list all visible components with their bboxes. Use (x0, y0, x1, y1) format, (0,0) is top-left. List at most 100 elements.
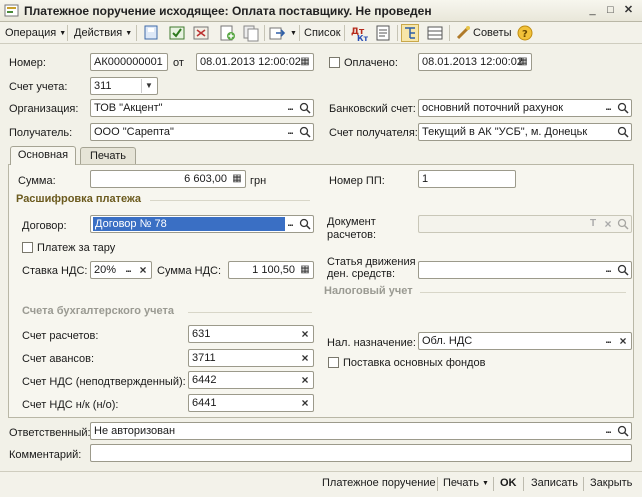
vat-rate-input[interactable]: 20% ... × (90, 261, 152, 279)
post-document-icon[interactable] (168, 24, 186, 42)
number-input[interactable]: АК000000001 (90, 53, 168, 71)
title-bar: Платежное поручение исходящее: Оплата по… (0, 0, 642, 22)
close-icon[interactable]: ✕ (620, 3, 637, 18)
account-label: Счет учета: (9, 81, 68, 93)
select-dots-icon[interactable]: ... (601, 424, 615, 438)
help-icon[interactable]: ? (516, 24, 534, 42)
unpost-document-icon[interactable] (192, 24, 210, 42)
calendar-icon[interactable]: ▦ (516, 55, 530, 69)
advance-account-input[interactable]: 3711 × (188, 349, 314, 367)
document-icon (4, 3, 19, 18)
maximize-icon[interactable]: □ (602, 3, 619, 18)
recipient-label: Получатель: (9, 127, 73, 139)
clear-icon[interactable]: × (298, 373, 312, 387)
tips-button[interactable]: Советы (473, 25, 511, 41)
settle-account-input[interactable]: 631 × (188, 325, 314, 343)
doc-label-line1: Документ (327, 216, 376, 228)
calculator-icon[interactable]: ▦ (298, 263, 312, 277)
clear-icon[interactable]: × (298, 327, 312, 341)
responsible-input[interactable]: Не авторизован ... (90, 422, 632, 440)
comment-input[interactable] (90, 444, 632, 462)
close-button[interactable]: Закрыть (590, 477, 632, 489)
recipient-input[interactable]: ООО "Сарепта" ... (90, 123, 314, 141)
calculator-icon[interactable]: ▦ (230, 172, 244, 186)
tips-icon[interactable] (454, 24, 472, 42)
table-view-icon[interactable] (426, 24, 444, 42)
select-dots-icon[interactable]: ... (601, 334, 615, 348)
cashflow-label-line2: ден. средств: (327, 268, 396, 280)
print-menu[interactable]: Печать ▼ (443, 477, 489, 489)
account-select[interactable]: 311 ▼ (90, 77, 158, 95)
go-to-dropdown[interactable]: ▼ (287, 25, 297, 41)
save-button[interactable]: Записать (531, 477, 578, 489)
search-icon[interactable] (298, 125, 312, 139)
search-icon[interactable] (616, 125, 630, 139)
copy-document-icon[interactable] (242, 24, 260, 42)
select-dots-icon[interactable]: ... (121, 263, 135, 277)
window-title: Платежное поручение исходящее: Оплата по… (24, 4, 432, 18)
ledger-entries-icon[interactable]: Дт Кт (350, 24, 368, 42)
search-icon[interactable] (616, 424, 630, 438)
search-icon[interactable] (616, 217, 630, 231)
clear-icon[interactable]: × (298, 351, 312, 365)
search-icon[interactable] (616, 101, 630, 115)
breakdown-section-title: Расшифровка платежа (16, 193, 142, 205)
tax-purpose-input[interactable]: Обл. НДС ... × (418, 332, 632, 350)
list-button[interactable]: Список (304, 25, 341, 41)
report-icon[interactable] (374, 24, 392, 42)
tax-purpose-label: Нал. назначение: (327, 337, 416, 349)
vat-unconfirmed-label: Счет НДС (неподтвержденный): (22, 376, 186, 388)
vat-sum-input[interactable]: 1 100,50 ▦ (228, 261, 314, 279)
settlement-doc-input[interactable]: T × (418, 215, 632, 233)
fixed-assets-checkbox[interactable] (328, 357, 339, 368)
clear-icon[interactable]: × (298, 396, 312, 410)
payment-order-button[interactable]: Платежное поручение (322, 477, 436, 489)
clear-icon[interactable]: × (601, 217, 615, 231)
bottom-bar: Платежное поручение Печать ▼ OK Записать … (0, 471, 642, 497)
org-input[interactable]: ТОВ "Акцент" ... (90, 99, 314, 117)
recipient-account-input[interactable]: Текущий в АК "УСБ", м. Донецьк (418, 123, 632, 141)
paid-checkbox[interactable] (329, 57, 340, 68)
clear-icon[interactable]: × (136, 263, 150, 277)
number-label: Номер: (9, 57, 46, 69)
select-dots-icon[interactable]: ... (601, 101, 615, 115)
type-icon[interactable]: T (586, 217, 600, 231)
bank-account-input[interactable]: основний поточний рахунок ... (418, 99, 632, 117)
search-icon[interactable] (616, 263, 630, 277)
clear-icon[interactable]: × (616, 334, 630, 348)
paid-date-input[interactable]: 08.01.2013 12:00:02 ▦ (418, 53, 532, 71)
search-icon[interactable] (298, 217, 312, 231)
operation-menu[interactable]: Операция ▼ (5, 25, 66, 41)
vat-unconfirmed-input[interactable]: 6442 × (188, 371, 314, 389)
vat-nk-input[interactable]: 6441 × (188, 394, 314, 412)
chevron-down-icon[interactable]: ▼ (141, 79, 156, 93)
minimize-icon[interactable]: _ (584, 3, 601, 18)
tab-print[interactable]: Печать (80, 147, 136, 165)
pp-number-label: Номер ПП: (329, 175, 385, 187)
contract-input[interactable]: Договор № 78 ... (90, 215, 314, 233)
date-input[interactable]: 08.01.2013 12:00:02 ▦ (196, 53, 314, 71)
pp-number-input[interactable]: 1 (418, 170, 516, 188)
select-dots-icon[interactable]: ... (283, 217, 297, 231)
go-to-icon[interactable] (268, 24, 286, 42)
cashflow-input[interactable]: ... (418, 261, 632, 279)
calendar-icon[interactable]: ▦ (298, 55, 312, 69)
vat-nk-label: Счет НДС н/к (н/о): (22, 399, 119, 411)
search-icon[interactable] (298, 101, 312, 115)
advance-account-label: Счет авансов: (22, 353, 95, 365)
select-dots-icon[interactable]: ... (283, 101, 297, 115)
svg-text:Кт: Кт (357, 34, 368, 42)
tab-main[interactable]: Основная (10, 146, 76, 165)
toolbar: Операция ▼ Действия ▼ ▼ Список Дт Кт Советы… (0, 22, 642, 44)
select-dots-icon[interactable]: ... (283, 125, 297, 139)
structure-icon[interactable] (401, 24, 419, 42)
select-dots-icon[interactable]: ... (601, 263, 615, 277)
tara-payment-checkbox[interactable] (22, 242, 33, 253)
add-document-icon[interactable] (218, 24, 236, 42)
actions-menu[interactable]: Действия ▼ (74, 25, 132, 41)
sum-input[interactable]: 6 603,00 ▦ (90, 170, 246, 188)
currency-label: грн (250, 175, 267, 187)
ok-button[interactable]: OK (500, 477, 517, 489)
contract-label: Договор: (22, 220, 67, 232)
save-document-icon[interactable] (142, 24, 160, 42)
